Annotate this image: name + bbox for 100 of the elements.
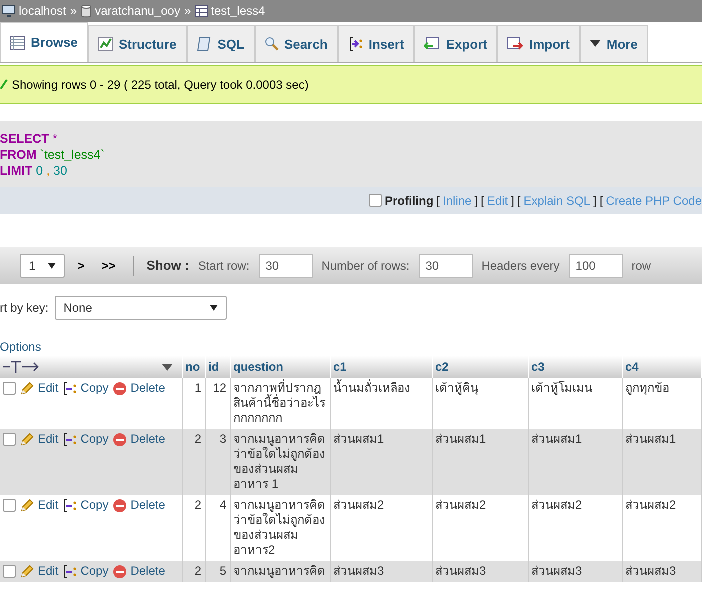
start-row-field[interactable]: 30 bbox=[258, 254, 313, 278]
breadcrumb-link[interactable]: localhost bbox=[19, 4, 66, 18]
insert-icon bbox=[62, 564, 77, 578]
column-header[interactable]: c3 bbox=[528, 356, 622, 378]
import-icon bbox=[507, 37, 524, 51]
table-cell: 2 bbox=[182, 429, 205, 495]
column-header[interactable]: question bbox=[230, 356, 330, 378]
breadcrumb-link[interactable]: test_less4 bbox=[211, 4, 266, 18]
check-icon bbox=[0, 78, 8, 90]
page-select[interactable]: 1 bbox=[20, 254, 65, 278]
column-header[interactable]: c1 bbox=[330, 356, 432, 378]
tab[interactable]: Browse bbox=[0, 22, 88, 62]
table-cell: ส่วนผสม1 bbox=[528, 429, 622, 495]
row-checkbox[interactable] bbox=[3, 565, 16, 578]
column-header[interactable]: c2 bbox=[432, 356, 528, 378]
scroll-icon bbox=[196, 36, 212, 52]
headers-every-label: Headers every bbox=[482, 258, 560, 272]
table-icon bbox=[195, 5, 208, 17]
column-header[interactable]: no bbox=[182, 356, 205, 378]
export-icon bbox=[424, 37, 440, 51]
table-cell: ส่วนผสม3 bbox=[528, 561, 622, 582]
show-label: Show : bbox=[146, 258, 190, 273]
number-of-rows-label: Number of rows: bbox=[322, 258, 410, 272]
delete-icon bbox=[112, 564, 127, 578]
table-cell: ส่วนผสม3 bbox=[432, 561, 528, 582]
bracket: ] bbox=[511, 194, 514, 208]
database-icon bbox=[81, 4, 92, 18]
edit-link[interactable]: Edit bbox=[38, 498, 59, 513]
caret-icon bbox=[590, 40, 601, 48]
caret-icon bbox=[48, 262, 56, 268]
start-row-label: Start row: bbox=[198, 258, 250, 272]
table-cell: ส่วนผสม1 bbox=[432, 429, 528, 495]
number-of-rows-field[interactable]: 30 bbox=[418, 254, 473, 278]
pencil-icon bbox=[20, 382, 34, 396]
breadcrumb-separator: » bbox=[184, 4, 192, 18]
insert-icon bbox=[62, 432, 77, 446]
table-cell: 5 bbox=[205, 561, 230, 582]
profiling-checkbox[interactable] bbox=[369, 194, 382, 207]
caret-icon bbox=[210, 305, 218, 311]
tab[interactable]: Import bbox=[497, 25, 580, 62]
table-cell: 3 bbox=[205, 429, 230, 495]
table-cell: ส่วนผสม3 bbox=[330, 561, 432, 582]
bracket: [ bbox=[481, 194, 484, 208]
pencil-icon bbox=[20, 432, 34, 446]
row-checkbox[interactable] bbox=[3, 499, 16, 512]
delete-link[interactable]: Delete bbox=[130, 381, 166, 396]
tab[interactable]: Insert bbox=[338, 25, 414, 62]
bracket: ] bbox=[474, 194, 478, 208]
headers-every-field[interactable]: 100 bbox=[568, 254, 623, 278]
sort-by-key-label: rt by key: bbox=[0, 301, 49, 315]
table-icon bbox=[10, 36, 25, 50]
sort-caret-icon[interactable] bbox=[162, 364, 172, 370]
delete-link[interactable]: Delete bbox=[130, 564, 166, 579]
delete-icon bbox=[112, 498, 127, 512]
breadcrumb-separator: » bbox=[70, 4, 78, 18]
row-checkbox[interactable] bbox=[3, 433, 16, 446]
bracket: [ bbox=[517, 194, 521, 208]
copy-link[interactable]: Copy bbox=[80, 381, 109, 396]
column-header[interactable]: c4 bbox=[622, 356, 702, 378]
edit-link[interactable]: Edit bbox=[38, 564, 59, 579]
table-cell: ส่วนผสม1 bbox=[330, 429, 432, 495]
copy-link[interactable]: Copy bbox=[80, 564, 109, 579]
delete-icon bbox=[112, 382, 127, 396]
insert-icon bbox=[62, 498, 77, 512]
edit-link[interactable]: Edit bbox=[38, 381, 59, 396]
breadcrumb-link[interactable]: varatchanu_ooy bbox=[95, 4, 180, 18]
tab[interactable]: SQL bbox=[186, 25, 254, 62]
delete-link[interactable]: Delete bbox=[130, 432, 166, 447]
tab[interactable]: Export bbox=[414, 25, 498, 62]
bracket: [ bbox=[436, 194, 440, 208]
sql-query: SELECT * FROM `test_less4` LIMIT 0 , 30 bbox=[0, 121, 702, 187]
next-page-button[interactable]: > bbox=[74, 258, 89, 272]
success-message: Showing rows 0 - 29 ( 225 total, Query took 0.0003 sec) bbox=[12, 78, 309, 92]
row-checkbox[interactable] bbox=[3, 382, 16, 395]
rows-label: row bbox=[632, 258, 652, 272]
column-header[interactable]: id bbox=[205, 356, 230, 378]
profiling-label: Profiling bbox=[385, 194, 434, 208]
edit-link[interactable]: Edit bbox=[38, 432, 59, 447]
delete-link[interactable]: Delete bbox=[130, 498, 166, 513]
table-cell: จากเมนูอาหารคิด bbox=[230, 561, 330, 582]
bracket: [ bbox=[600, 194, 604, 208]
pencil-icon bbox=[20, 564, 34, 578]
monitor-icon bbox=[2, 4, 16, 18]
bracket: ] bbox=[593, 194, 597, 208]
table-cell: 2 bbox=[182, 561, 205, 582]
table-cell: ส่วนผสม3 bbox=[622, 561, 702, 582]
delete-icon bbox=[112, 432, 127, 446]
structure-icon bbox=[98, 37, 113, 51]
table-cell: จากเมนูอาหารคิดว่าข้อใดไม่ถูกต้องของส่วนผสมอาหาร 1 bbox=[230, 429, 330, 495]
copy-link[interactable]: Copy bbox=[80, 432, 109, 447]
options-link[interactable]: Options bbox=[0, 340, 702, 356]
last-page-button[interactable]: >> bbox=[98, 258, 120, 272]
column-arrows-icon[interactable] bbox=[3, 360, 41, 374]
sort-by-key-select[interactable]: None bbox=[54, 296, 227, 320]
search-icon bbox=[264, 37, 278, 51]
copy-link[interactable]: Copy bbox=[80, 498, 109, 513]
tab[interactable]: Search bbox=[254, 25, 338, 62]
tab[interactable]: Structure bbox=[88, 25, 187, 62]
tab[interactable]: More bbox=[580, 25, 648, 62]
insert-icon bbox=[348, 36, 363, 52]
